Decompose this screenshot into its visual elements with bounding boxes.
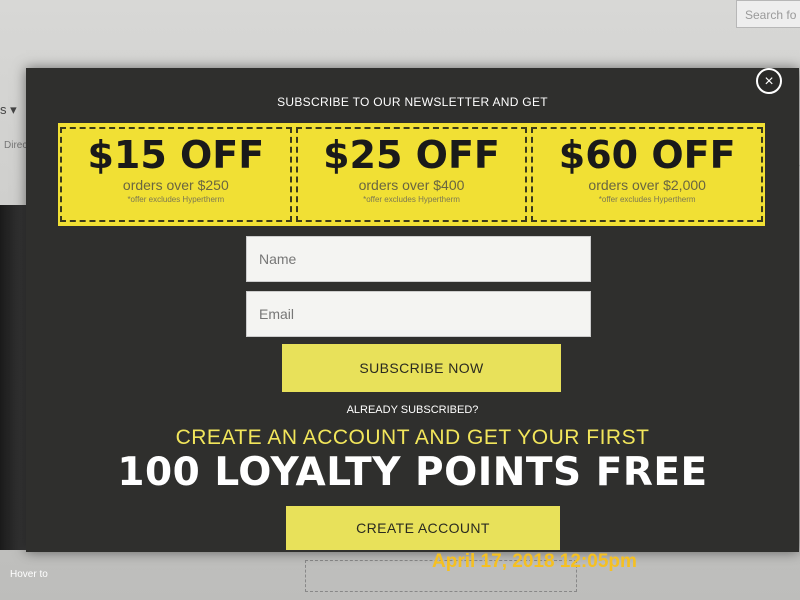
offer-coupon: $15 OFF orders over $250 *offer excludes… <box>60 127 292 222</box>
create-account-promo: CREATE AN ACCOUNT AND GET YOUR FIRST <box>175 426 650 449</box>
offer-amount: $25 OFF <box>323 133 500 177</box>
offer-condition: orders over $250 <box>122 177 229 193</box>
background-search-input[interactable]: Search fo <box>736 0 800 28</box>
offer-note: *offer excludes Hypertherm <box>363 195 460 204</box>
name-input[interactable]: Name <box>246 236 591 282</box>
background-nav-fragment: s ▾ <box>0 102 17 117</box>
offer-note: *offer excludes Hypertherm <box>127 195 225 204</box>
subscribe-now-button[interactable]: SUBSCRIBE NOW <box>282 344 561 392</box>
create-account-button[interactable]: CREATE ACCOUNT <box>286 506 560 550</box>
offer-amount: $60 OFF <box>558 133 736 177</box>
modal-headline: SUBSCRIBE TO OUR NEWSLETTER AND GET <box>277 95 548 109</box>
already-subscribed-link[interactable]: ALREADY SUBSCRIBED? <box>26 404 799 416</box>
photo-timestamp: April 17, 2018 12:05pm <box>432 551 637 572</box>
close-icon[interactable]: × <box>756 68 782 94</box>
loyalty-points-headline: 100 LOYALTY POINTS FREE <box>117 450 708 495</box>
offers-banner: $15 OFF orders over $250 *offer excludes… <box>58 123 765 226</box>
offer-coupon: $25 OFF orders over $400 *offer excludes… <box>295 127 528 222</box>
offer-coupon: $60 OFF orders over $2,000 *offer exclud… <box>531 127 764 222</box>
offer-condition: orders over $2,000 <box>588 177 706 193</box>
offer-note: *offer excludes Hypertherm <box>598 195 696 204</box>
email-input[interactable]: Email <box>246 291 591 337</box>
offer-amount: $15 OFF <box>87 133 265 177</box>
offer-condition: orders over $400 <box>358 177 465 193</box>
background-hover-hint: Hover to <box>10 569 48 580</box>
background-nav-sub-fragment: Direc <box>4 140 28 151</box>
